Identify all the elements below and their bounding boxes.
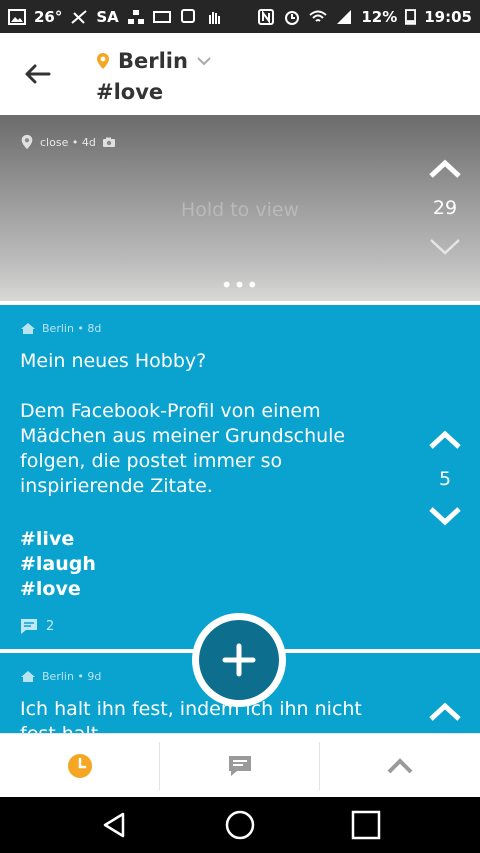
home-icon — [21, 323, 35, 334]
wifi-icon — [309, 10, 328, 22]
vote-count: 29 — [432, 197, 458, 219]
no-signal-icon — [71, 9, 88, 24]
post-meta-text: close • 4d — [40, 135, 96, 149]
carrier-text: SA — [96, 7, 119, 26]
tab-recent[interactable] — [0, 734, 159, 798]
nfc-icon — [258, 8, 275, 25]
image-icon — [8, 8, 26, 25]
back-arrow-icon[interactable] — [22, 61, 52, 87]
chat-icon — [228, 756, 251, 776]
post-text-line: fest halt — [20, 722, 420, 733]
chevron-up-icon — [387, 758, 412, 774]
vote-count: 5 — [438, 468, 452, 490]
hashtag[interactable]: #live — [20, 527, 96, 552]
system-recents-button[interactable] — [336, 805, 396, 845]
post-meta: Berlin • 8d — [20, 322, 101, 335]
system-back-button[interactable] — [84, 805, 144, 845]
clock-icon — [67, 754, 92, 778]
hashtag-title: #love — [96, 80, 164, 104]
hand-icon — [208, 11, 220, 24]
battery-icon — [405, 9, 417, 25]
post-meta-text: Berlin • 9d — [42, 670, 102, 683]
post-meta-text: Berlin • 8d — [42, 322, 102, 335]
post-meta: Berlin • 9d — [20, 670, 101, 683]
home-circle-icon — [225, 810, 255, 840]
post-hashtags: #live #laugh #love — [20, 527, 96, 602]
recents-square-icon — [351, 810, 381, 840]
app-header: Berlin #love — [0, 33, 480, 115]
tab-discussed[interactable] — [160, 734, 319, 798]
image-post[interactable]: close • 4d Hold to view 29 ••• — [0, 115, 480, 301]
chevron-down-icon — [197, 57, 211, 66]
bottom-nav — [0, 733, 480, 798]
downvote-chevron-icon[interactable] — [428, 506, 462, 526]
system-home-button[interactable] — [210, 805, 270, 845]
upvote-chevron-icon[interactable] — [428, 159, 462, 179]
upvote-chevron-icon[interactable] — [428, 430, 462, 450]
more-options-icon[interactable]: ••• — [0, 273, 480, 297]
downvote-chevron-icon[interactable] — [428, 237, 462, 257]
city-name: Berlin — [118, 49, 188, 73]
post-meta: close • 4d — [20, 134, 116, 150]
hold-to-view-label[interactable]: Hold to view — [0, 199, 480, 221]
new-post-button[interactable] — [192, 613, 286, 707]
location-pin-icon — [97, 53, 109, 69]
location-pin-icon — [21, 134, 33, 150]
plus-icon — [222, 643, 256, 677]
signal-icon — [337, 9, 352, 24]
new-post-button-inner — [199, 620, 279, 700]
voicemail-icon — [152, 10, 171, 23]
sitemap-icon — [127, 9, 144, 24]
home-icon — [21, 671, 35, 682]
system-nav-bar — [0, 797, 480, 853]
temperature-text: 26° — [34, 7, 63, 26]
hashtag[interactable]: #laugh — [20, 552, 96, 577]
battery-percent: 12% — [361, 7, 398, 26]
upvote-chevron-icon[interactable] — [428, 702, 462, 722]
back-triangle-icon — [103, 812, 125, 838]
alarm-icon — [285, 10, 300, 25]
text-post[interactable]: Berlin • 8d Mein neues Hobby? Dem Facebo… — [0, 305, 480, 649]
status-bar: 26° SA 12% 19:05 — [0, 0, 480, 33]
camera-icon — [102, 137, 115, 147]
hashtag[interactable]: #love — [20, 577, 96, 602]
clock-time: 19:05 — [424, 7, 472, 26]
post-text: Mein neues Hobby? Dem Facebook-Profil vo… — [20, 350, 346, 497]
bus-icon — [180, 8, 195, 23]
location-selector[interactable]: Berlin — [96, 49, 212, 73]
tab-loudest[interactable] — [320, 734, 479, 798]
